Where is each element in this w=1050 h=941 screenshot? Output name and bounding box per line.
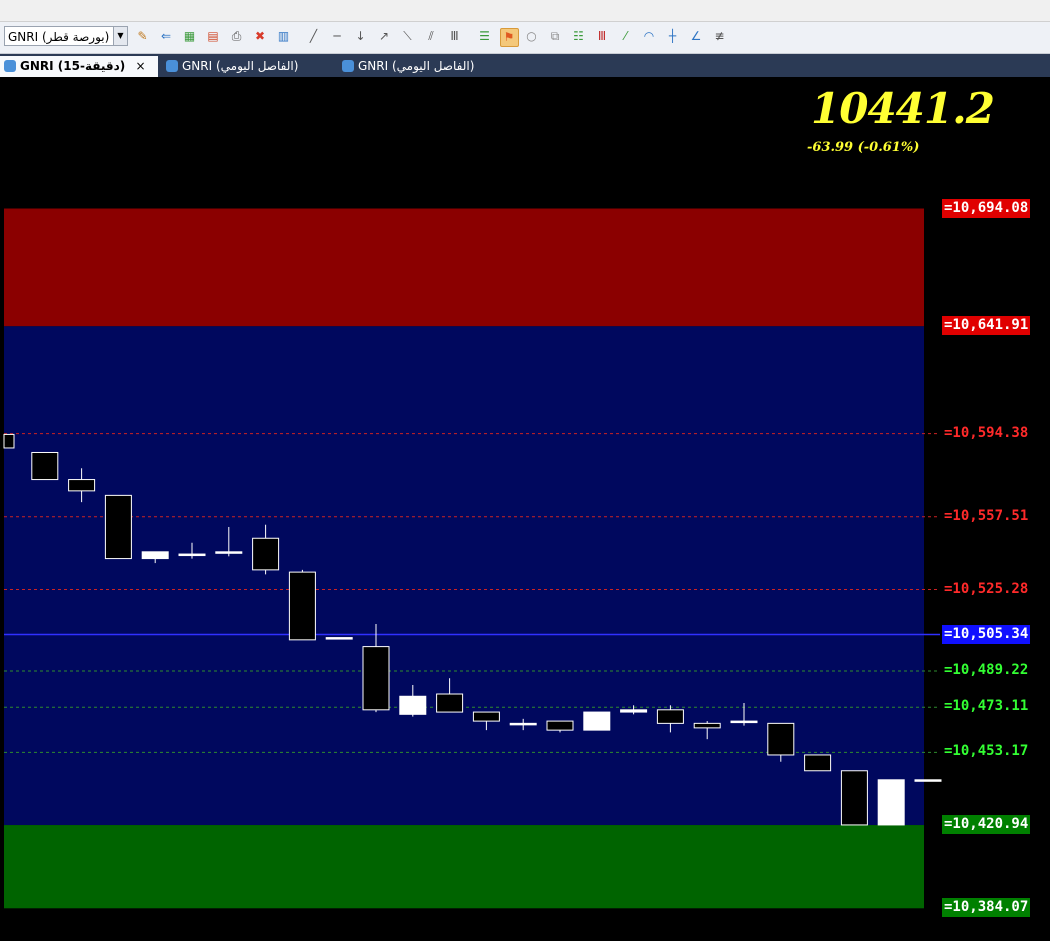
level-label: =10,453.17 (944, 743, 1029, 760)
level-label: =10,557.51 (944, 507, 1029, 524)
candle-body (362, 646, 390, 711)
candle-body (693, 722, 721, 729)
candle-body (31, 451, 59, 481)
candle-body (620, 709, 648, 713)
candle-body (767, 722, 795, 756)
candle-body (472, 711, 500, 722)
candle-body (656, 709, 684, 724)
candle-body (546, 720, 574, 731)
last-price: 10441.2 (811, 84, 995, 133)
candle-body (288, 571, 316, 641)
candle-body (914, 779, 942, 782)
candle-body (583, 711, 611, 731)
candle-body (104, 494, 132, 560)
candle-body (804, 754, 832, 772)
candle-body (436, 693, 464, 713)
candle-body (840, 770, 868, 826)
price-change: -63.99 (-0.61%) (807, 140, 920, 155)
candle-body (3, 433, 15, 449)
candle-body (215, 551, 243, 554)
level-label: =10,505.34 (942, 624, 1031, 644)
candle-body (252, 537, 280, 571)
candle-body (877, 779, 905, 826)
candle-body (399, 695, 427, 715)
candle-body (509, 722, 537, 726)
level-label: =10,694.08 (942, 198, 1031, 218)
candle-body (141, 551, 169, 560)
candle-body (68, 479, 96, 492)
level-label: =10,594.38 (944, 424, 1029, 441)
zone-upper (4, 208, 924, 327)
candle-body (325, 637, 353, 640)
zone-lower (4, 825, 924, 909)
level-label: =10,384.07 (942, 898, 1031, 918)
level-label: =10,473.11 (944, 698, 1029, 715)
level-label: =10,420.94 (942, 815, 1031, 835)
candle-body (730, 720, 758, 724)
level-label: =10,641.91 (942, 316, 1031, 336)
level-label: =10,525.28 (944, 580, 1029, 597)
candle-body (178, 553, 206, 557)
level-label: =10,489.22 (944, 661, 1029, 678)
